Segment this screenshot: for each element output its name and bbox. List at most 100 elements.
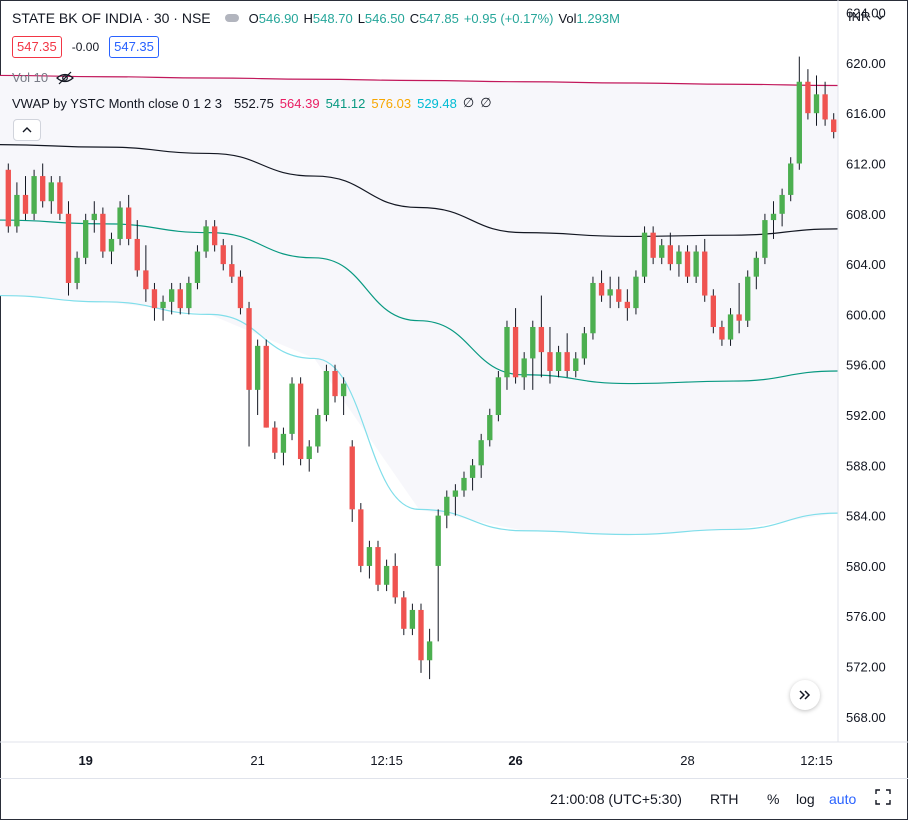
fullscreen-icon[interactable]: [875, 789, 891, 805]
volume-indicator-legend[interactable]: Vol 10: [12, 70, 75, 85]
symbol-legend: STATE BK OF INDIA · 30 · NSE O 546.90 H 54…: [12, 10, 625, 26]
candle-body: [495, 377, 502, 416]
candle: [83, 213, 89, 265]
candle: [383, 559, 390, 592]
candle-body: [469, 465, 476, 478]
eye-off-icon[interactable]: [56, 71, 75, 85]
session-button[interactable]: RTH: [710, 791, 739, 807]
price-tick-label: 588.00: [846, 458, 886, 473]
candle-body: [108, 238, 115, 252]
candle-body: [31, 176, 37, 214]
vwap-value: 529.48: [417, 95, 457, 111]
candle-body: [177, 289, 183, 309]
vwap-value: 564.39: [279, 95, 320, 111]
symbol-title[interactable]: STATE BK OF INDIA · 30 · NSE: [12, 10, 211, 26]
candle: [117, 201, 123, 246]
price-tick-label: 608.00: [846, 207, 886, 222]
candle-body: [237, 276, 244, 309]
candle-body: [375, 547, 381, 585]
candle: [5, 163, 11, 233]
close-key: C: [409, 10, 420, 26]
candle-body: [315, 415, 321, 447]
candle-body: [186, 282, 192, 309]
ask-button[interactable]: 547.35: [109, 36, 159, 58]
volume-indicator-label: Vol 10: [12, 70, 49, 85]
auto-scale-button[interactable]: auto: [829, 791, 856, 807]
time-axis[interactable]: 19 21 12:15 26 28 12:15: [0, 741, 908, 768]
candle-body: [65, 213, 72, 283]
candle: [392, 553, 398, 604]
percent-scale-button[interactable]: %: [767, 791, 779, 807]
candle-body: [409, 609, 416, 629]
close-value: 547.85: [419, 10, 459, 26]
candle-body: [702, 251, 708, 296]
price-axis[interactable]: 624.00620.00616.00612.00608.00604.00600.…: [837, 0, 886, 742]
candle-body: [254, 345, 261, 390]
price-tick-label: 580.00: [846, 559, 886, 574]
open-value: 546.90: [258, 10, 299, 26]
candle: [366, 540, 373, 579]
log-scale-button[interactable]: log: [796, 791, 815, 807]
chevron-down-icon: [876, 15, 884, 20]
candle-body: [616, 289, 622, 302]
candle-body: [590, 282, 596, 334]
candle-body: [444, 496, 450, 516]
price-tick-label: 612.00: [846, 156, 886, 171]
currency-label: INR: [848, 9, 871, 24]
candle-body: [117, 207, 123, 239]
time-tick-label: 26: [508, 753, 522, 768]
candle-body: [822, 94, 828, 120]
bid-button[interactable]: 547.35: [12, 36, 62, 58]
candle-body: [538, 326, 545, 353]
chevron-up-icon: [22, 127, 32, 133]
candle: [358, 503, 364, 573]
candle: [280, 427, 287, 466]
clock-time[interactable]: 21:00:08 (UTC+5:30): [550, 791, 682, 807]
candle-body: [229, 264, 235, 277]
candle-body: [452, 490, 459, 497]
vwap-value: 576.03: [371, 95, 412, 111]
candle-body: [521, 358, 527, 378]
toggle-icon[interactable]: [224, 14, 239, 22]
chart-canvas[interactable]: 624.00620.00616.00612.00608.00604.00600.…: [0, 0, 908, 778]
candle-body: [306, 446, 312, 460]
candle-body: [194, 251, 201, 283]
candle-body: [796, 81, 802, 164]
candle-body: [272, 427, 278, 453]
candle-body: [426, 641, 433, 661]
time-tick-label: 21: [250, 753, 264, 768]
candle-body: [401, 597, 407, 629]
candle-body: [418, 609, 424, 661]
price-tick-label: 600.00: [846, 307, 886, 322]
candle-body: [641, 232, 648, 277]
candle: [297, 377, 304, 466]
candle: [246, 301, 252, 447]
candle: [633, 270, 639, 315]
time-tick-label: 12:15: [370, 753, 403, 768]
open-key: O: [248, 10, 259, 26]
time-tick-label: 12:15: [800, 753, 833, 768]
candle-body: [650, 232, 656, 258]
candle-body: [358, 509, 364, 566]
collapse-legend-button[interactable]: [13, 119, 41, 141]
vwap-value: ∅: [462, 95, 475, 110]
bid-ask-row: 547.35 -0.00 547.35: [12, 36, 159, 58]
candle: [418, 603, 424, 673]
candle-body: [753, 257, 759, 277]
time-tick-label: 28: [680, 753, 694, 768]
candle-body: [160, 301, 166, 309]
vwap-legend[interactable]: VWAP by YSTC Month close 0 1 2 3 552.75 …: [12, 95, 498, 111]
candle-body: [220, 245, 226, 265]
candle: [805, 69, 811, 120]
candle: [426, 628, 433, 680]
vwap-value: ∅: [480, 95, 492, 110]
candle-body: [40, 176, 46, 202]
candle-body: [813, 94, 820, 114]
status-bar: 21:00:08 (UTC+5:30) RTH % log auto: [0, 778, 908, 820]
candle-body: [564, 352, 570, 371]
candle-body: [57, 182, 63, 214]
currency-selector[interactable]: INR: [848, 9, 884, 24]
candle: [289, 377, 295, 441]
scroll-to-realtime-button[interactable]: [790, 680, 820, 710]
candle-body: [504, 326, 510, 378]
